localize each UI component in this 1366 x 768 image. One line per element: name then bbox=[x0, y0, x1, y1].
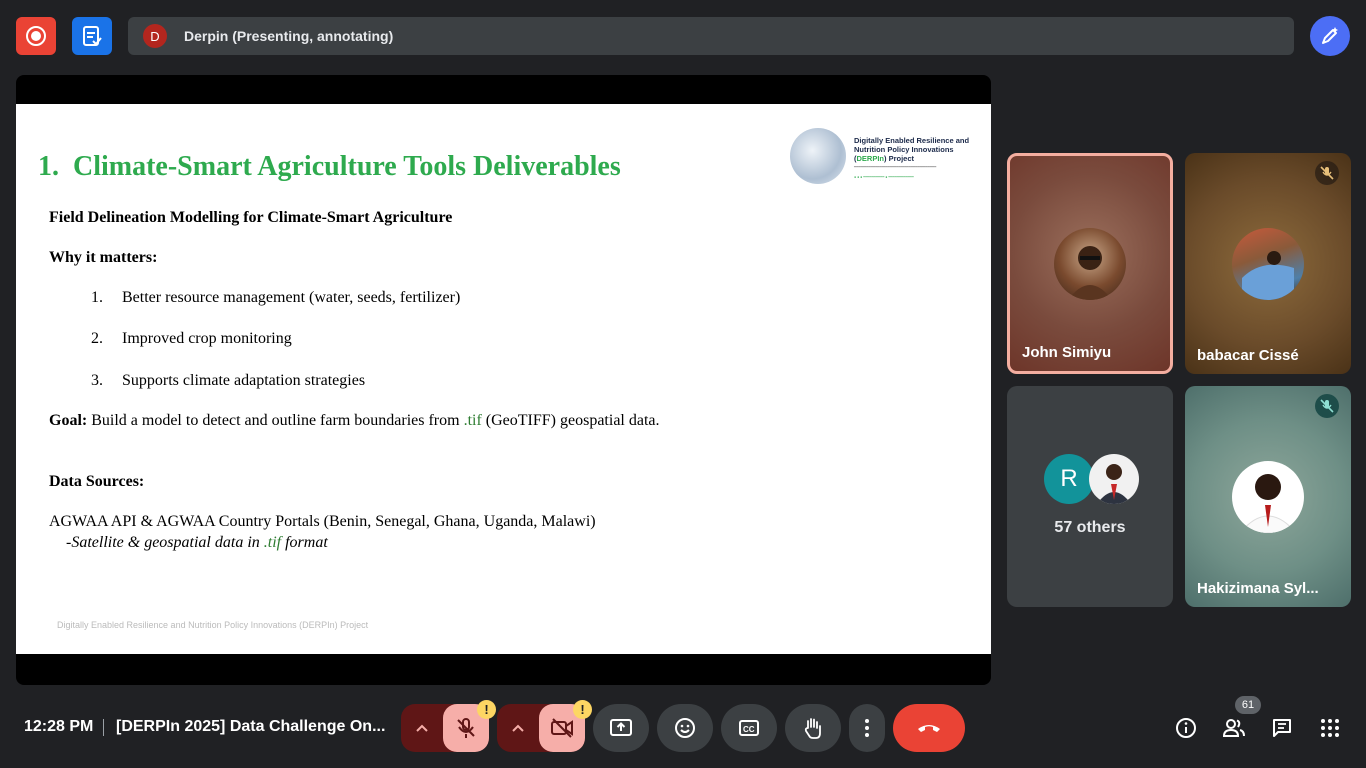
warning-badge: ! bbox=[573, 700, 593, 719]
present-button[interactable] bbox=[593, 704, 649, 752]
record-icon bbox=[26, 26, 46, 46]
sources-subline: -Satellite & geospatial data in .tif for… bbox=[66, 534, 328, 551]
captions-button[interactable]: CC bbox=[721, 704, 777, 752]
participant-name: Hakizimana Syl... bbox=[1197, 580, 1319, 597]
chevron-up-icon bbox=[416, 724, 428, 732]
pen-icon bbox=[1322, 27, 1338, 44]
muted-mic-icon bbox=[1315, 394, 1339, 418]
people-icon bbox=[1222, 719, 1245, 737]
muted-mic-icon bbox=[1315, 161, 1339, 185]
annotate-button[interactable] bbox=[1310, 16, 1350, 56]
sources-heading: Data Sources: bbox=[49, 473, 145, 490]
audio-options-button[interactable] bbox=[401, 704, 443, 752]
chat-button[interactable] bbox=[1264, 710, 1300, 746]
mic-off-icon bbox=[457, 718, 475, 738]
more-vert-icon bbox=[865, 719, 869, 737]
apps-grid-icon bbox=[1321, 719, 1339, 737]
avatar: R bbox=[1044, 454, 1094, 504]
participant-name: babacar Cissé bbox=[1197, 347, 1299, 364]
globe-hands-icon bbox=[790, 128, 846, 184]
notes-icon bbox=[83, 26, 102, 46]
video-options-button[interactable] bbox=[497, 704, 539, 752]
notes-button[interactable] bbox=[72, 17, 112, 55]
presenter-avatar: D bbox=[143, 24, 167, 48]
avatar bbox=[1232, 228, 1304, 300]
mic-control-group: ! bbox=[401, 700, 497, 752]
presentation-stage: 1. Climate-Smart Agriculture Tools Delive… bbox=[16, 75, 991, 685]
record-button[interactable] bbox=[16, 17, 56, 55]
list-item: 3. Supports climate adaptation strategies bbox=[91, 372, 366, 389]
divider bbox=[103, 719, 104, 736]
info-icon bbox=[1176, 718, 1196, 738]
list-item: 2. Improved crop monitoring bbox=[91, 330, 292, 347]
chevron-up-icon bbox=[512, 724, 524, 732]
captions-icon: CC bbox=[739, 720, 759, 736]
chat-icon bbox=[1273, 719, 1291, 737]
participant-tile-others[interactable]: R 57 others bbox=[1007, 386, 1173, 607]
svg-text:CC: CC bbox=[743, 725, 755, 734]
participant-tile[interactable]: Hakizimana Syl... bbox=[1185, 386, 1351, 607]
participant-tile[interactable]: John Simiyu bbox=[1007, 153, 1173, 374]
participant-tile[interactable]: babacar Cissé bbox=[1185, 153, 1351, 374]
hand-icon bbox=[804, 718, 821, 739]
more-options-button[interactable] bbox=[849, 704, 885, 752]
participant-name: John Simiyu bbox=[1022, 344, 1112, 361]
logo-social-icons: ● ● ● ━━━━━━━━━━ ● ━━━━━━━━━━━━ bbox=[854, 175, 914, 179]
slide-title-text: Climate-Smart Agriculture Tools Delivera… bbox=[73, 151, 621, 182]
presenter-status: Derpin (Presenting, annotating) bbox=[184, 28, 394, 44]
logo-title: Digitally Enabled Resilience and Nutriti… bbox=[854, 136, 970, 163]
others-count-label: 57 others bbox=[1054, 519, 1126, 536]
present-screen-icon bbox=[610, 719, 632, 736]
derpin-logo: Digitally Enabled Resilience and Nutriti… bbox=[786, 122, 976, 202]
leave-call-button[interactable] bbox=[893, 704, 965, 752]
meeting-info-button[interactable] bbox=[1168, 710, 1204, 746]
avatar bbox=[1232, 461, 1304, 533]
activities-button[interactable] bbox=[1312, 710, 1348, 746]
avatar bbox=[1089, 454, 1139, 504]
why-heading: Why it matters: bbox=[49, 249, 158, 266]
sources-line: AGWAA API & AGWAA Country Portals (Benin… bbox=[49, 513, 596, 530]
mic-toggle-button[interactable]: ! bbox=[443, 700, 497, 752]
presenter-bar: D Derpin (Presenting, annotating) bbox=[128, 17, 1294, 55]
warning-badge: ! bbox=[477, 700, 497, 719]
reactions-button[interactable] bbox=[657, 704, 713, 752]
camera-control-group: ! bbox=[497, 700, 593, 752]
logo-fineprint: ━━━━━━━━━━━━━━━━━━━━━━━━━━━━━━━━━━━━━━━ bbox=[854, 165, 937, 169]
clock: 12:28 PM bbox=[24, 718, 94, 735]
people-button[interactable] bbox=[1216, 710, 1252, 746]
camera-off-icon bbox=[551, 718, 574, 738]
slide-footer: Digitally Enabled Resilience and Nutriti… bbox=[57, 620, 369, 630]
goal-line: Goal: Build a model to detect and outlin… bbox=[49, 412, 660, 429]
avatar bbox=[1054, 228, 1126, 300]
raise-hand-button[interactable] bbox=[785, 704, 841, 752]
list-item: 1. Better resource management (water, see… bbox=[91, 289, 461, 306]
meeting-title: [DERPIn 2025] Data Challenge On... bbox=[116, 718, 386, 735]
slide-subtitle: Field Delineation Modelling for Climate-… bbox=[49, 209, 453, 226]
slide-title-number: 1. bbox=[38, 151, 59, 182]
emoji-icon bbox=[675, 718, 695, 738]
camera-toggle-button[interactable]: ! bbox=[539, 700, 593, 752]
slide-title: 1. Climate-Smart Agriculture Tools Delive… bbox=[38, 151, 621, 183]
slide: 1. Climate-Smart Agriculture Tools Delive… bbox=[16, 104, 991, 654]
hang-up-icon bbox=[918, 725, 940, 732]
